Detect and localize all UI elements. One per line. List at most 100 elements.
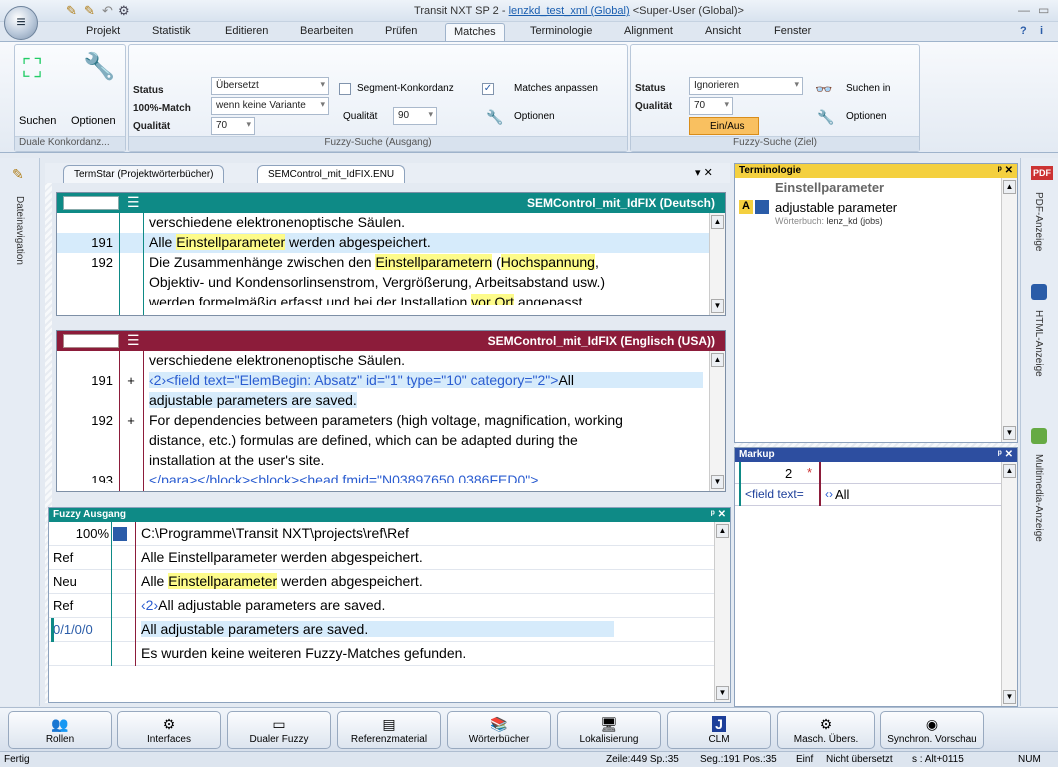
source-grid[interactable]: verschiedene elektronenoptische Säulen. … — [57, 213, 709, 305]
layout-icon[interactable]: ☰ — [127, 194, 140, 211]
matches-anpassen-button[interactable]: Matches anpassen — [514, 83, 598, 94]
tab-editieren[interactable]: Editieren — [225, 25, 268, 37]
masch-uebers-button[interactable]: ⚙ Masch. Übers. — [777, 711, 875, 749]
pane-close-icon[interactable]: ᵖ ✕ — [998, 449, 1013, 460]
segment-text[interactable]: Die Zusammenhänge zwischen den Einstellp… — [149, 254, 703, 270]
app-menu-button[interactable]: ≡ — [4, 6, 38, 40]
segment-text[interactable]: Objektiv- und Kondensorlinsenstrom, Verg… — [149, 274, 703, 290]
fuzzy-row[interactable]: Es wurden keine weiteren Fuzzy-Matches g… — [49, 642, 714, 666]
segment-text[interactable]: adjustable parameters are saved. — [149, 392, 703, 408]
table-row[interactable]: 191 + ‹2›<field text="ElemBegin: Absatz" i… — [57, 371, 709, 391]
quick-access-icon[interactable]: ✎ — [66, 3, 77, 19]
dualer-fuzzy-button[interactable]: ▭ Dualer Fuzzy — [227, 711, 331, 749]
woerterbuecher-button[interactable]: 📚 Wörterbücher — [447, 711, 551, 749]
table-row[interactable]: 192 + For dependencies between parameters … — [57, 411, 709, 431]
multimedia-anzeige-tab[interactable]: Multimedia-Anzeige — [1033, 454, 1044, 542]
table-row[interactable]: 192 Die Zusammenhänge zwischen den Einste… — [57, 253, 709, 273]
undo-icon[interactable]: ↶ — [102, 3, 113, 19]
info-icon[interactable]: i — [1040, 25, 1043, 37]
layout-icon[interactable]: ☰ — [127, 332, 140, 349]
fuzzy-row[interactable]: 0/1/0/0 All adjustable parameters are sav… — [49, 618, 714, 642]
qual2-dropdown[interactable]: 90 — [393, 107, 437, 125]
markup-scrollbar[interactable]: ▲ ▼ — [1001, 462, 1017, 706]
markup-row[interactable]: 2 * — [735, 462, 1001, 484]
qualitaet-dropdown[interactable]: 70 — [211, 117, 255, 135]
optionen-button[interactable]: Optionen — [514, 111, 555, 122]
markup-row[interactable]: <field text= ‹› All — [735, 484, 1001, 506]
help-icon[interactable]: ? — [1020, 25, 1027, 37]
segment-text[interactable]: werden formelmäßig erfasst und bei der I… — [149, 294, 703, 305]
table-row[interactable]: 193 </para></block><block><head fmid="N03… — [57, 471, 709, 483]
status-dropdown[interactable]: Ignorieren — [689, 77, 803, 95]
tab-semcontrol-enu[interactable]: SEMControl_mit_IdFIX.ENU — [257, 165, 406, 183]
maximize-icon[interactable]: ▭ — [1038, 3, 1049, 17]
fuzzy-row[interactable]: Neu Alle Einstellparameter werden abgespe… — [49, 570, 714, 594]
segment-text[interactable]: Alle Einstellparameter werden abgespeich… — [149, 234, 703, 250]
table-row[interactable]: Objektiv- und Kondensorlinsenstrom, Verg… — [57, 273, 709, 293]
pdf-icon[interactable]: PDF — [1031, 166, 1053, 180]
fuzzy-scrollbar[interactable]: ▲ ▼ — [714, 522, 730, 702]
fuzzy-row[interactable]: Ref ‹2›All adjustable parameters are save… — [49, 594, 714, 618]
table-row[interactable]: verschiedene elektronenoptische Säulen. — [57, 213, 709, 233]
tab-terminologie[interactable]: Terminologie — [530, 25, 592, 37]
pane-menu-icon[interactable]: ▾ ✕ — [695, 166, 713, 179]
matches-anpassen-checkbox[interactable]: ✓ — [482, 83, 494, 95]
suchen-in-button[interactable]: Suchen in — [846, 83, 890, 94]
field-tag[interactable]: ‹2›<field text="ElemBegin: Absatz" id="1… — [149, 372, 558, 388]
segment-text[interactable]: </para></block><block><head fmid="N03897… — [149, 472, 703, 483]
table-row[interactable]: werden formelmäßig erfasst und bei der I… — [57, 293, 709, 305]
html-icon[interactable] — [1031, 284, 1047, 300]
referenzmaterial-button[interactable]: ▤ Referenzmaterial — [337, 711, 441, 749]
synchron-vorschau-button[interactable]: ◉ Synchron. Vorschau — [880, 711, 984, 749]
fuzzy-row[interactable]: 100% C:\Programme\Transit NXT\projects\re… — [49, 522, 714, 546]
segment-konkordanz-checkbox[interactable] — [339, 83, 351, 95]
status-dropdown[interactable]: Übersetzt — [211, 77, 329, 95]
tab-alignment[interactable]: Alignment — [624, 25, 673, 37]
tab-statistik[interactable]: Statistik — [152, 25, 191, 37]
segment-text[interactable]: verschiedene elektronenoptische Säulen. — [149, 352, 703, 368]
gear-icon[interactable]: ⚙ — [118, 3, 130, 19]
segment-text[interactable]: ‹2›<field text="ElemBegin: Absatz" id="1… — [149, 372, 703, 388]
segment-text[interactable]: distance, etc.) formulas are defined, wh… — [149, 432, 703, 448]
table-row[interactable]: adjustable parameters are saved. — [57, 391, 709, 411]
tab-bearbeiten[interactable]: Bearbeiten — [300, 25, 353, 37]
optionen-button[interactable]: Optionen — [846, 111, 887, 122]
pane-close-icon[interactable]: ᵖ ✕ — [711, 509, 726, 520]
source-scrollbar[interactable]: ▲ ▼ — [709, 213, 725, 315]
tab-fenster[interactable]: Fenster — [774, 25, 811, 37]
target-grid[interactable]: verschiedene elektronenoptische Säulen. … — [57, 351, 709, 483]
target-scrollbar[interactable]: ▲ ▼ — [709, 351, 725, 491]
project-link[interactable]: lenzkd_test_xml (Global) — [509, 5, 630, 17]
tab-projekt[interactable]: Projekt — [86, 25, 120, 37]
dateinavigation-tab[interactable]: Dateinavigation — [14, 196, 25, 265]
table-row[interactable]: 191 Alle Einstellparameter werden abgespe… — [57, 233, 709, 253]
html-anzeige-tab[interactable]: HTML-Anzeige — [1033, 310, 1044, 377]
tab-termstar[interactable]: TermStar (Projektwörterbücher) — [63, 165, 225, 183]
optionen-button[interactable]: Optionen — [71, 115, 116, 127]
ein-aus-button[interactable]: Ein/Aus — [689, 117, 759, 135]
qualitaet-dropdown[interactable]: 70 — [689, 97, 733, 115]
table-row[interactable]: verschiedene elektronenoptische Säulen. — [57, 351, 709, 371]
terminology-scrollbar[interactable]: ▲ ▼ — [1001, 178, 1017, 442]
suchen-button[interactable]: Suchen — [19, 115, 56, 127]
table-row[interactable]: installation at the user's site. — [57, 451, 709, 471]
match-dropdown[interactable]: wenn keine Variante — [211, 97, 329, 115]
lokalisierung-button[interactable]: 🖥 Lokalisierung — [557, 711, 661, 749]
pane-close-icon[interactable]: ᵖ ✕ — [998, 165, 1013, 176]
table-row[interactable]: distance, etc.) formulas are defined, wh… — [57, 431, 709, 451]
fuzzy-row[interactable]: Ref Alle Einstellparameter werden abgespe… — [49, 546, 714, 570]
multimedia-icon[interactable] — [1031, 428, 1047, 444]
pdf-anzeige-tab[interactable]: PDF-Anzeige — [1033, 192, 1044, 251]
clm-button[interactable]: J CLM — [667, 711, 771, 749]
minimize-icon[interactable]: — — [1018, 3, 1030, 17]
tab-matches[interactable]: Matches — [445, 23, 505, 42]
segment-text[interactable]: installation at the user's site. — [149, 452, 703, 468]
segment-text[interactable]: For dependencies between parameters (hig… — [149, 412, 703, 428]
interfaces-button[interactable]: ⚙ Interfaces — [117, 711, 221, 749]
tab-pruefen[interactable]: Prüfen — [385, 25, 417, 37]
term-target[interactable]: adjustable parameter — [775, 200, 897, 215]
segment-text[interactable]: verschiedene elektronenoptische Säulen. — [149, 214, 703, 230]
quick-access-icon[interactable]: ✎ — [84, 3, 95, 19]
tab-ansicht[interactable]: Ansicht — [705, 25, 741, 37]
rollen-button[interactable]: 👥 Rollen — [8, 711, 112, 749]
